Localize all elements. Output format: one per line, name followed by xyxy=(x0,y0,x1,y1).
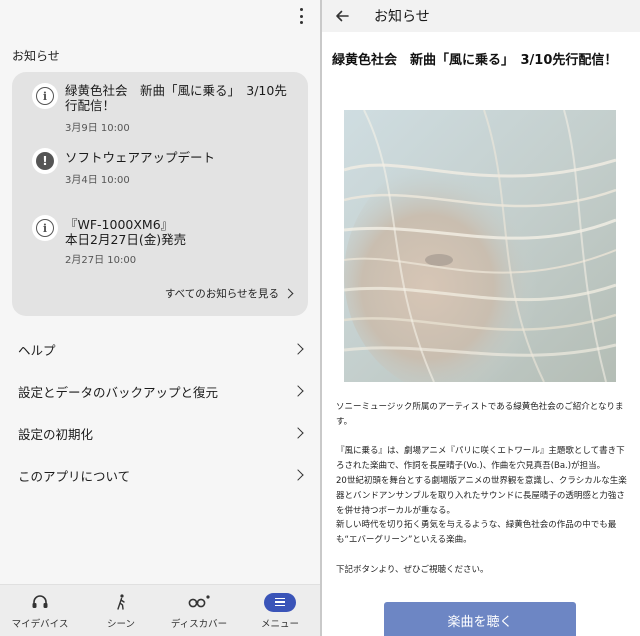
news-detail-screen: お知らせ 緑黄色社会 新曲「風に乗る」 3/10先行配信！ ソニーミュージック所… xyxy=(322,0,640,636)
news-date: 2月27日 10:00 xyxy=(65,255,137,266)
nav-discover[interactable]: ディスカバー xyxy=(166,585,232,636)
menu-item-reset[interactable]: 設定の初期化 xyxy=(0,412,320,454)
app-bar-title: お知らせ xyxy=(374,9,430,25)
info-icon: i xyxy=(32,83,58,109)
news-date: 3月9日 10:00 xyxy=(65,123,130,134)
chevron-right-icon xyxy=(292,385,304,397)
info-icon: i xyxy=(32,215,58,241)
chevron-right-icon xyxy=(292,469,304,481)
artist-photo xyxy=(344,110,616,382)
news-date: 3月4日 10:00 xyxy=(65,175,130,186)
alert-icon: ! xyxy=(32,148,58,174)
article-title: 緑黄色社会 新曲「風に乗る」 3/10先行配信！ xyxy=(332,53,618,68)
chevron-right-icon xyxy=(283,288,294,299)
back-arrow-icon[interactable] xyxy=(334,8,350,24)
menu-item-backup[interactable]: 設定とデータのバックアップと復元 xyxy=(0,370,320,412)
bottom-navigation: マイデバイス シーン ディスカバー メニュー xyxy=(0,584,320,636)
listen-song-button[interactable]: 楽曲を聴く xyxy=(384,602,576,636)
nav-my-device[interactable]: マイデバイス xyxy=(10,585,70,636)
chevron-right-icon xyxy=(292,427,304,439)
more-options-icon[interactable] xyxy=(296,8,306,24)
nav-menu[interactable]: メニュー xyxy=(254,585,306,636)
news-item-2[interactable]: ! ソフトウェアアップデート 3月4日 10:00 xyxy=(12,142,308,202)
article-body: ソニーミュージック所属のアーティストである緑黄色社会のご紹介となります。 『風に… xyxy=(336,402,627,575)
section-title: お知らせ xyxy=(12,49,60,63)
nav-scene[interactable]: シーン xyxy=(96,585,146,636)
news-card: i 緑黄色社会 新曲「風に乗る」 3/10先行配信！ 3月9日 10:00 ! … xyxy=(12,72,308,316)
menu-item-help[interactable]: ヘルプ xyxy=(0,328,320,370)
menu-screen: お知らせ i 緑黄色社会 新曲「風に乗る」 3/10先行配信！ 3月9日 10:… xyxy=(0,0,320,636)
news-item-3[interactable]: i 『WF-1000XM6』 本日2月27日(金)発売 2月27日 10:00 xyxy=(12,212,308,272)
hamburger-menu-icon xyxy=(264,592,296,612)
news-title: 『WF-1000XM6』 本日2月27日(金)発売 xyxy=(65,217,187,247)
walking-person-icon xyxy=(115,591,127,613)
menu-item-about[interactable]: このアプリについて xyxy=(0,454,320,496)
news-title: 緑黄色社会 新曲「風に乗る」 3/10先行配信！ xyxy=(65,83,287,113)
headphones-icon xyxy=(31,591,49,613)
chevron-right-icon xyxy=(292,343,304,355)
news-item-1[interactable]: i 緑黄色社会 新曲「風に乗る」 3/10先行配信！ 3月9日 10:00 xyxy=(12,72,308,142)
binoculars-icon xyxy=(188,591,210,613)
app-bar: お知らせ xyxy=(322,0,640,32)
see-all-news-link[interactable]: すべてのお知らせを見る xyxy=(165,286,294,301)
news-title: ソフトウェアアップデート xyxy=(65,150,216,165)
